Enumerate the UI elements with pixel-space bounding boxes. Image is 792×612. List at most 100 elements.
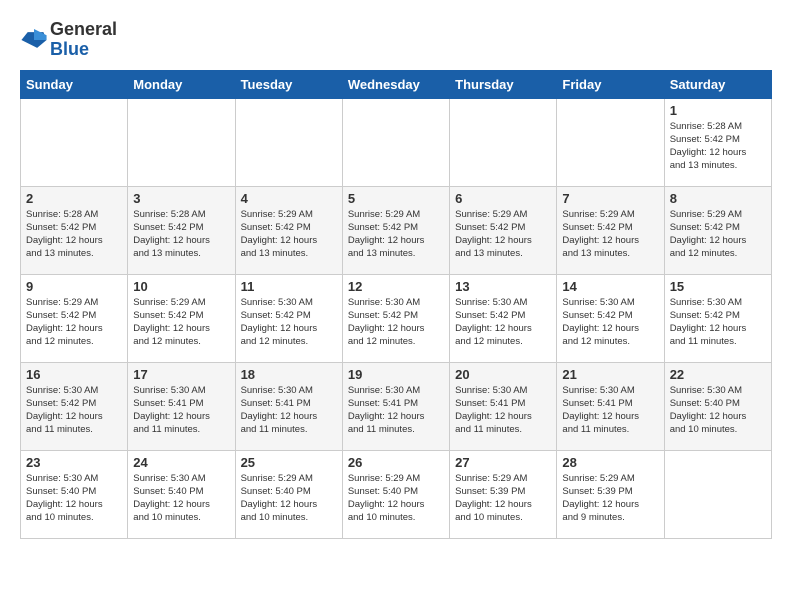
weekday-header: Saturday xyxy=(664,70,771,98)
calendar-cell: 9 Sunrise: 5:29 AM Sunset: 5:42 PM Daylig… xyxy=(21,274,128,362)
calendar-cell: 19 Sunrise: 5:30 AM Sunset: 5:41 PM Dayli… xyxy=(342,362,449,450)
day-number: 3 xyxy=(133,191,229,206)
day-number: 16 xyxy=(26,367,122,382)
calendar-cell xyxy=(557,98,664,186)
calendar-week-row: 2 Sunrise: 5:28 AM Sunset: 5:42 PM Daylig… xyxy=(21,186,772,274)
calendar-cell: 27 Sunrise: 5:29 AM Sunset: 5:39 PM Dayli… xyxy=(450,450,557,538)
calendar-cell: 12Sunrise: 5:30 AM Sunset: 5:42 PM Dayli… xyxy=(342,274,449,362)
calendar-cell: 10 Sunrise: 5:29 AM Sunset: 5:42 PM Dayli… xyxy=(128,274,235,362)
day-info: Sunrise: 5:30 AM Sunset: 5:40 PM Dayligh… xyxy=(133,472,229,525)
day-number: 4 xyxy=(241,191,337,206)
day-number: 2 xyxy=(26,191,122,206)
day-info: Sunrise: 5:30 AM Sunset: 5:41 PM Dayligh… xyxy=(241,384,337,437)
calendar-cell: 15 Sunrise: 5:30 AM Sunset: 5:42 PM Dayli… xyxy=(664,274,771,362)
calendar-cell xyxy=(235,98,342,186)
day-info: Sunrise: 5:29 AM Sunset: 5:42 PM Dayligh… xyxy=(348,208,444,261)
day-info: Sunrise: 5:30 AM Sunset: 5:41 PM Dayligh… xyxy=(562,384,658,437)
day-info: Sunrise: 5:30 AM Sunset: 5:40 PM Dayligh… xyxy=(26,472,122,525)
day-number: 11 xyxy=(241,279,337,294)
day-number: 8 xyxy=(670,191,766,206)
day-number: 18 xyxy=(241,367,337,382)
day-info: Sunrise: 5:30 AM Sunset: 5:42 PM Dayligh… xyxy=(562,296,658,349)
day-info: Sunrise: 5:30 AM Sunset: 5:42 PM Dayligh… xyxy=(670,296,766,349)
calendar-cell: 8 Sunrise: 5:29 AM Sunset: 5:42 PM Daylig… xyxy=(664,186,771,274)
day-number: 9 xyxy=(26,279,122,294)
day-number: 23 xyxy=(26,455,122,470)
logo-general: General xyxy=(50,19,117,39)
logo-icon xyxy=(20,29,48,51)
day-info: Sunrise: 5:30 AM Sunset: 5:41 PM Dayligh… xyxy=(133,384,229,437)
day-number: 14 xyxy=(562,279,658,294)
calendar-cell: 11 Sunrise: 5:30 AM Sunset: 5:42 PM Dayli… xyxy=(235,274,342,362)
calendar-cell xyxy=(664,450,771,538)
weekday-header: Tuesday xyxy=(235,70,342,98)
calendar-cell: 23 Sunrise: 5:30 AM Sunset: 5:40 PM Dayli… xyxy=(21,450,128,538)
day-number: 12 xyxy=(348,279,444,294)
calendar-cell: 26 Sunrise: 5:29 AM Sunset: 5:40 PM Dayli… xyxy=(342,450,449,538)
weekday-header: Friday xyxy=(557,70,664,98)
calendar-cell xyxy=(450,98,557,186)
weekday-header: Thursday xyxy=(450,70,557,98)
calendar-cell: 5 Sunrise: 5:29 AM Sunset: 5:42 PM Daylig… xyxy=(342,186,449,274)
day-number: 17 xyxy=(133,367,229,382)
day-info: Sunrise: 5:30 AM Sunset: 5:42 PM Dayligh… xyxy=(455,296,551,349)
day-info: Sunrise: 5:30 AM Sunset: 5:42 PM Dayligh… xyxy=(241,296,337,349)
day-number: 21 xyxy=(562,367,658,382)
weekday-header: Wednesday xyxy=(342,70,449,98)
day-info: Sunrise: 5:29 AM Sunset: 5:40 PM Dayligh… xyxy=(241,472,337,525)
day-number: 27 xyxy=(455,455,551,470)
calendar-cell xyxy=(342,98,449,186)
calendar-cell: 13 Sunrise: 5:30 AM Sunset: 5:42 PM Dayli… xyxy=(450,274,557,362)
day-info: Sunrise: 5:29 AM Sunset: 5:39 PM Dayligh… xyxy=(562,472,658,525)
calendar-cell: 22 Sunrise: 5:30 AM Sunset: 5:40 PM Dayli… xyxy=(664,362,771,450)
day-info: Sunrise: 5:29 AM Sunset: 5:42 PM Dayligh… xyxy=(133,296,229,349)
day-info: Sunrise: 5:29 AM Sunset: 5:42 PM Dayligh… xyxy=(670,208,766,261)
page-header: General Blue xyxy=(20,20,772,60)
day-info: Sunrise: 5:28 AM Sunset: 5:42 PM Dayligh… xyxy=(133,208,229,261)
calendar-cell: 14 Sunrise: 5:30 AM Sunset: 5:42 PM Dayli… xyxy=(557,274,664,362)
calendar-cell: 16 Sunrise: 5:30 AM Sunset: 5:42 PM Dayli… xyxy=(21,362,128,450)
calendar-cell: 3 Sunrise: 5:28 AM Sunset: 5:42 PM Daylig… xyxy=(128,186,235,274)
day-number: 24 xyxy=(133,455,229,470)
calendar-cell: 18 Sunrise: 5:30 AM Sunset: 5:41 PM Dayli… xyxy=(235,362,342,450)
calendar-week-row: 9 Sunrise: 5:29 AM Sunset: 5:42 PM Daylig… xyxy=(21,274,772,362)
day-number: 7 xyxy=(562,191,658,206)
day-number: 6 xyxy=(455,191,551,206)
day-info: Sunrise: 5:29 AM Sunset: 5:42 PM Dayligh… xyxy=(562,208,658,261)
day-info: Sunrise: 5:30 AM Sunset: 5:42 PM Dayligh… xyxy=(26,384,122,437)
day-number: 28 xyxy=(562,455,658,470)
day-number: 13 xyxy=(455,279,551,294)
day-number: 15 xyxy=(670,279,766,294)
weekday-header: Sunday xyxy=(21,70,128,98)
day-info: Sunrise: 5:29 AM Sunset: 5:40 PM Dayligh… xyxy=(348,472,444,525)
day-number: 1 xyxy=(670,103,766,118)
calendar-cell: 20 Sunrise: 5:30 AM Sunset: 5:41 PM Dayli… xyxy=(450,362,557,450)
calendar-cell: 7 Sunrise: 5:29 AM Sunset: 5:42 PM Daylig… xyxy=(557,186,664,274)
day-info: Sunrise: 5:28 AM Sunset: 5:42 PM Dayligh… xyxy=(26,208,122,261)
day-info: Sunrise: 5:28 AM Sunset: 5:42 PM Dayligh… xyxy=(670,120,766,173)
day-info: Sunrise: 5:30 AM Sunset: 5:41 PM Dayligh… xyxy=(455,384,551,437)
day-number: 25 xyxy=(241,455,337,470)
day-number: 10 xyxy=(133,279,229,294)
day-number: 5 xyxy=(348,191,444,206)
calendar-week-row: 23 Sunrise: 5:30 AM Sunset: 5:40 PM Dayli… xyxy=(21,450,772,538)
day-number: 20 xyxy=(455,367,551,382)
calendar-cell: 25 Sunrise: 5:29 AM Sunset: 5:40 PM Dayli… xyxy=(235,450,342,538)
logo: General Blue xyxy=(20,20,117,60)
day-number: 26 xyxy=(348,455,444,470)
day-info: Sunrise: 5:30 AM Sunset: 5:41 PM Dayligh… xyxy=(348,384,444,437)
weekday-header: Monday xyxy=(128,70,235,98)
day-info: Sunrise: 5:29 AM Sunset: 5:39 PM Dayligh… xyxy=(455,472,551,525)
day-info: Sunrise: 5:30 AM Sunset: 5:40 PM Dayligh… xyxy=(670,384,766,437)
day-number: 19 xyxy=(348,367,444,382)
calendar-cell: 21 Sunrise: 5:30 AM Sunset: 5:41 PM Dayli… xyxy=(557,362,664,450)
calendar-week-row: 16 Sunrise: 5:30 AM Sunset: 5:42 PM Dayli… xyxy=(21,362,772,450)
day-number: 22 xyxy=(670,367,766,382)
day-info: Sunrise: 5:29 AM Sunset: 5:42 PM Dayligh… xyxy=(26,296,122,349)
calendar-cell xyxy=(21,98,128,186)
calendar-week-row: 1 Sunrise: 5:28 AM Sunset: 5:42 PM Daylig… xyxy=(21,98,772,186)
calendar-cell: 4Sunrise: 5:29 AM Sunset: 5:42 PM Daylig… xyxy=(235,186,342,274)
calendar-cell: 2 Sunrise: 5:28 AM Sunset: 5:42 PM Daylig… xyxy=(21,186,128,274)
weekday-header-row: SundayMondayTuesdayWednesdayThursdayFrid… xyxy=(21,70,772,98)
calendar-cell: 28 Sunrise: 5:29 AM Sunset: 5:39 PM Dayli… xyxy=(557,450,664,538)
